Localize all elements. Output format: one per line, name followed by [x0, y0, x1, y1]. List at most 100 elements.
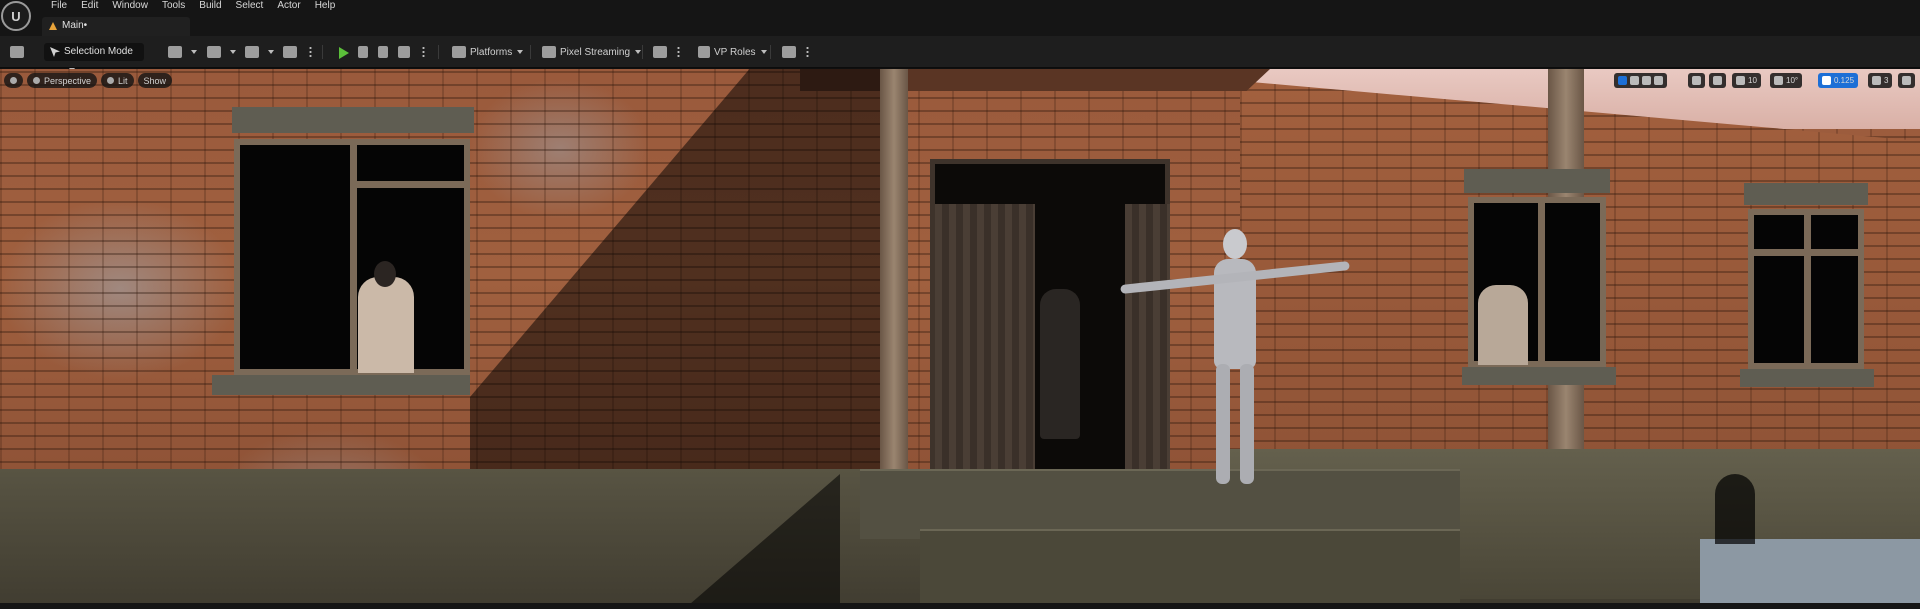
select-tool-icon[interactable]	[1618, 76, 1627, 85]
clapper-icon	[245, 46, 259, 58]
unreal-logo-icon[interactable]: U	[1, 1, 31, 31]
perspective-icon	[33, 77, 40, 84]
menu-window[interactable]: Window	[105, 0, 155, 14]
window-lintel	[1464, 169, 1610, 193]
character-shadow	[1715, 474, 1755, 544]
character-leg-right	[1240, 364, 1254, 484]
stop-button[interactable]	[378, 43, 392, 61]
door-leaf-left[interactable]	[935, 204, 1035, 481]
coordinate-system-button[interactable]	[1688, 73, 1705, 88]
blueprint-icon	[207, 46, 221, 58]
angle-icon	[1774, 76, 1783, 85]
window-mullion	[1538, 203, 1545, 361]
toolbar-more-icon[interactable]	[806, 46, 809, 58]
pixel-streaming-dropdown[interactable]: Pixel Streaming	[542, 43, 641, 61]
menu-edit[interactable]: Edit	[74, 0, 105, 14]
gallery-button[interactable]	[782, 43, 800, 61]
menu-tools[interactable]: Tools	[155, 0, 192, 14]
menu-file[interactable]: File	[44, 0, 74, 14]
separator	[530, 45, 531, 59]
build-icon	[283, 46, 297, 58]
grid-snap-value: 10	[1748, 76, 1757, 85]
lit-button[interactable]: Lit	[101, 73, 134, 88]
rotation-snap-value: 10°	[1786, 76, 1799, 85]
build-button[interactable]	[283, 43, 301, 61]
lit-label: Lit	[118, 75, 128, 86]
transform-tools	[1614, 73, 1667, 88]
add-actor-button[interactable]	[168, 43, 197, 61]
camera-speed-value: 3	[1884, 76, 1889, 85]
separator	[770, 45, 771, 59]
stop-icon	[378, 46, 388, 58]
play-options-icon[interactable]	[422, 46, 425, 58]
globe-icon	[1692, 76, 1701, 85]
window-left	[234, 139, 470, 375]
surface-snap-icon	[1713, 76, 1722, 85]
grid-snap-button[interactable]: 10	[1732, 73, 1761, 88]
level-viewport[interactable]: Perspective Lit Show 10 10° 0.125 3	[0, 69, 1920, 603]
viewport-menu-button[interactable]	[4, 73, 23, 88]
cinematics-button[interactable]	[245, 43, 274, 61]
camera-speed-button[interactable]: 3	[1868, 73, 1893, 88]
camera-icon	[1872, 76, 1881, 85]
more-options-icon[interactable]	[309, 46, 312, 58]
door-leaf-right[interactable]	[1125, 204, 1170, 481]
scale-snap-button[interactable]: 0.125	[1818, 73, 1859, 88]
tab-bar: Main•	[0, 14, 1920, 36]
vp-icon	[653, 46, 667, 58]
rotate-tool-icon[interactable]	[1642, 76, 1651, 85]
move-tool-icon[interactable]	[1630, 76, 1639, 85]
scale-tool-icon[interactable]	[1654, 76, 1663, 85]
scale-snap-icon	[1822, 76, 1831, 85]
menu-actor[interactable]: Actor	[270, 0, 307, 14]
window-lintel	[232, 107, 474, 133]
main-menu: File Edit Window Tools Build Select Acto…	[44, 0, 342, 14]
menu-help[interactable]: Help	[308, 0, 343, 14]
platforms-label: Platforms	[470, 46, 513, 58]
show-button[interactable]: Show	[137, 73, 173, 88]
porch-step-lower	[920, 529, 1460, 603]
platforms-icon	[452, 46, 466, 58]
play-button[interactable]	[339, 47, 349, 59]
show-label: Show	[143, 75, 167, 86]
lit-icon	[107, 77, 115, 84]
character-head	[374, 261, 396, 287]
vp-roles-icon	[698, 46, 710, 58]
menu-select[interactable]: Select	[229, 0, 271, 14]
pixel-streaming-label: Pixel Streaming	[560, 46, 631, 58]
viewport-left-toolbar: Perspective Lit Show	[4, 73, 176, 88]
vp-roles-label: VP Roles	[714, 46, 756, 58]
selection-mode-dropdown[interactable]: Selection Mode	[44, 43, 144, 61]
tab-main[interactable]: Main•	[42, 17, 190, 36]
platforms-dropdown[interactable]: Platforms	[452, 43, 523, 61]
menu-build[interactable]: Build	[192, 0, 228, 14]
maximize-viewport-button[interactable]	[1898, 73, 1915, 88]
ground-plane	[1700, 539, 1920, 603]
separator	[642, 45, 643, 59]
surface-snap-button[interactable]	[1709, 73, 1726, 88]
character-window-right[interactable]	[1478, 285, 1528, 365]
eject-icon	[398, 46, 410, 58]
selection-mode-label: Selection Mode	[64, 46, 133, 57]
character-selected[interactable]	[1120, 229, 1350, 489]
window-mullion	[1804, 215, 1811, 363]
add-actor-icon	[168, 46, 182, 58]
vp-button[interactable]	[653, 43, 671, 61]
save-button[interactable]	[10, 43, 28, 61]
vp-options-icon[interactable]	[677, 46, 680, 58]
step-button[interactable]	[358, 43, 372, 61]
tab-main-label: Main•	[62, 20, 88, 31]
main-toolbar: Selection Mode Platforms Pixel Streaming…	[0, 36, 1920, 68]
character-in-doorway[interactable]	[1040, 289, 1080, 439]
character-mannequin[interactable]	[358, 261, 414, 373]
eject-button[interactable]	[398, 43, 414, 61]
window-transom	[350, 181, 464, 188]
separator	[322, 45, 323, 59]
rotation-snap-button[interactable]: 10°	[1770, 73, 1803, 88]
perspective-button[interactable]: Perspective	[27, 73, 98, 88]
blueprint-button[interactable]	[207, 43, 236, 61]
scale-snap-value: 0.125	[1834, 76, 1855, 85]
gallery-icon	[782, 46, 796, 58]
vp-roles-dropdown[interactable]: VP Roles	[698, 43, 767, 61]
step-icon	[358, 46, 368, 58]
